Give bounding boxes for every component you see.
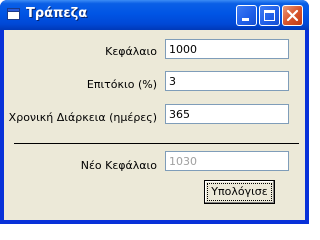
app-icon [7,8,20,20]
new-capital-label: Νέο Κεφάλαιο [80,159,157,172]
form-area: Κεφάλαιο Επιτόκιο (%) Χρονική Διάρκεια (… [4,30,305,220]
maximize-icon [264,10,275,21]
duration-label: Χρονική Διάρκεια (ημέρες) [8,111,157,124]
minimize-button[interactable] [236,5,257,26]
minimize-icon [242,18,249,21]
calculate-button[interactable]: Υπολόγισε [204,180,275,204]
title-bar[interactable]: Τράπεζα [0,0,309,30]
window-title: Τράπεζα [26,6,88,21]
separator-line [14,143,299,144]
close-button[interactable] [282,5,303,26]
capital-label: Κεφάλαιο [105,45,157,58]
app-window: Τράπεζα Κεφάλαιο Επιτόκιο (%) Χρονική Δι… [0,0,309,224]
new-capital-output [165,151,289,171]
interest-label: Επιτόκιο (%) [86,78,157,91]
close-icon [286,9,299,22]
interest-input[interactable] [165,71,289,91]
capital-input[interactable] [165,39,289,59]
duration-input[interactable] [165,104,289,124]
maximize-button[interactable] [259,5,280,26]
